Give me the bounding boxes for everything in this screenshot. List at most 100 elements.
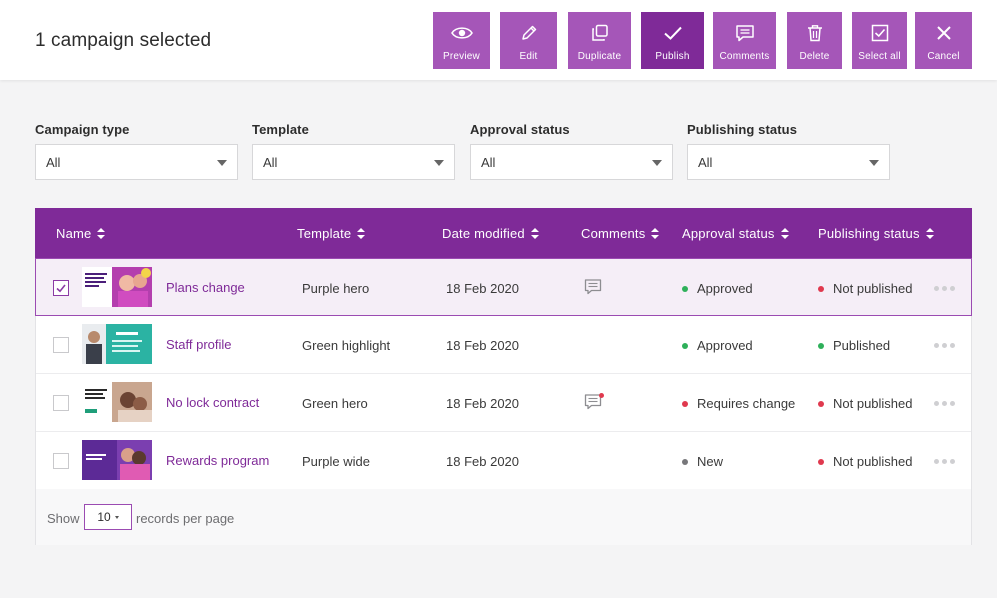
- more-options-icon[interactable]: [934, 459, 955, 464]
- sort-icon: [530, 228, 539, 239]
- publishing-status: Not published: [818, 454, 913, 469]
- template-cell: Green highlight: [302, 338, 391, 353]
- campaign-name-link[interactable]: Rewards program: [166, 453, 269, 468]
- campaign-name-link[interactable]: No lock contract: [166, 395, 259, 410]
- checkbox-icon: [869, 22, 891, 44]
- approval-status-select[interactable]: All: [470, 144, 673, 180]
- status-dot: [818, 285, 824, 292]
- table-row[interactable]: Rewards program Purple wide 18 Feb 2020 …: [36, 432, 971, 490]
- sort-icon: [97, 228, 106, 239]
- status-dot: [818, 458, 824, 465]
- table-row[interactable]: No lock contract Green hero 18 Feb 2020 …: [36, 374, 971, 432]
- sort-icon: [780, 228, 789, 239]
- page-title: 1 campaign selected: [35, 30, 212, 51]
- table-row[interactable]: Staff profile Green highlight 18 Feb 202…: [36, 316, 971, 374]
- row-checkbox[interactable]: [53, 453, 69, 469]
- publishing-status-select[interactable]: All: [687, 144, 890, 180]
- cancel-button-label: Cancel: [927, 51, 960, 62]
- records-per-page-label: records per page: [136, 511, 235, 526]
- more-options-icon[interactable]: [934, 286, 955, 291]
- template-cell: Purple wide: [302, 454, 370, 469]
- delete-button-label: Delete: [799, 51, 830, 62]
- campaign-thumbnail: [82, 382, 152, 422]
- date-cell: 18 Feb 2020: [446, 338, 520, 353]
- caret-down-icon: [869, 160, 879, 166]
- table-header: Name Template Date modified Comments App…: [35, 208, 972, 258]
- template-cell: Purple hero: [302, 281, 370, 296]
- table-row[interactable]: Plans change Purple hero 18 Feb 2020 App…: [35, 258, 972, 316]
- column-header-template[interactable]: Template: [297, 226, 366, 241]
- status-dot: [682, 400, 688, 407]
- template-select[interactable]: All: [252, 144, 455, 180]
- table-footer: Show 10 records per page: [36, 489, 971, 545]
- campaign-thumbnail: [82, 324, 152, 364]
- select-value: All: [481, 155, 496, 170]
- column-header-publishing-status[interactable]: Publishing status: [818, 226, 934, 241]
- comment-icon[interactable]: [584, 278, 602, 296]
- approval-status: Approved: [682, 338, 753, 353]
- approval-status: Requires change: [682, 396, 795, 411]
- filter-label: Template: [252, 122, 309, 137]
- comments-button-label: Comments: [719, 51, 770, 62]
- filter-label: Campaign type: [35, 122, 130, 137]
- select-all-button-label: Select all: [858, 51, 901, 62]
- records-per-page-select[interactable]: 10: [84, 504, 132, 530]
- publishing-status: Published: [818, 338, 890, 353]
- column-header-date-modified[interactable]: Date modified: [442, 226, 539, 241]
- cancel-button[interactable]: Cancel: [915, 12, 972, 69]
- status-dot: [818, 400, 824, 407]
- status-dot: [818, 342, 824, 349]
- status-dot: [682, 342, 688, 349]
- row-checkbox[interactable]: [53, 280, 69, 296]
- comment-icon: [734, 22, 756, 44]
- duplicate-button-label: Duplicate: [577, 51, 622, 62]
- caret-down-icon: [217, 160, 227, 166]
- sort-icon: [925, 228, 934, 239]
- eye-icon: [450, 22, 473, 44]
- column-header-approval-status[interactable]: Approval status: [682, 226, 789, 241]
- caret-down-icon: [434, 160, 444, 166]
- status-dot: [682, 458, 688, 465]
- campaign-thumbnail: [82, 440, 152, 480]
- campaign-type-select[interactable]: All: [35, 144, 238, 180]
- caret-down-icon: [652, 160, 662, 166]
- sort-icon: [651, 228, 660, 239]
- comment-icon[interactable]: [584, 393, 604, 411]
- close-icon: [933, 22, 955, 44]
- filter-label: Publishing status: [687, 122, 798, 137]
- pencil-icon: [518, 22, 540, 44]
- row-checkbox[interactable]: [53, 337, 69, 353]
- approval-status: Approved: [682, 281, 753, 296]
- campaign-type-filter: Campaign type All: [35, 122, 238, 180]
- date-cell: 18 Feb 2020: [446, 454, 520, 469]
- date-cell: 18 Feb 2020: [446, 281, 520, 296]
- date-cell: 18 Feb 2020: [446, 396, 520, 411]
- preview-button[interactable]: Preview: [433, 12, 490, 69]
- select-all-button[interactable]: Select all: [852, 12, 907, 69]
- more-options-icon[interactable]: [934, 343, 955, 348]
- publish-button[interactable]: Publish: [641, 12, 704, 69]
- comments-button[interactable]: Comments: [713, 12, 776, 69]
- top-bar: 1 campaign selected Preview Edit Duplica…: [0, 0, 997, 80]
- delete-button[interactable]: Delete: [787, 12, 842, 69]
- row-checkbox[interactable]: [53, 395, 69, 411]
- select-value: All: [46, 155, 61, 170]
- duplicate-button[interactable]: Duplicate: [568, 12, 631, 69]
- status-dot: [682, 285, 688, 292]
- campaign-thumbnail: [82, 267, 152, 307]
- campaign-name-link[interactable]: Plans change: [166, 280, 245, 295]
- select-value: All: [263, 155, 278, 170]
- column-header-comments[interactable]: Comments: [581, 226, 660, 241]
- edit-button[interactable]: Edit: [500, 12, 557, 69]
- publishing-status-filter: Publishing status All: [687, 122, 890, 180]
- check-icon: [662, 22, 684, 44]
- column-header-name[interactable]: Name: [56, 226, 106, 241]
- show-label: Show: [47, 511, 80, 526]
- approval-status-filter: Approval status All: [470, 122, 673, 180]
- more-options-icon[interactable]: [934, 401, 955, 406]
- campaign-name-link[interactable]: Staff profile: [166, 337, 232, 352]
- template-cell: Green hero: [302, 396, 368, 411]
- duplicate-icon: [589, 22, 611, 44]
- filter-label: Approval status: [470, 122, 570, 137]
- approval-status: New: [682, 454, 723, 469]
